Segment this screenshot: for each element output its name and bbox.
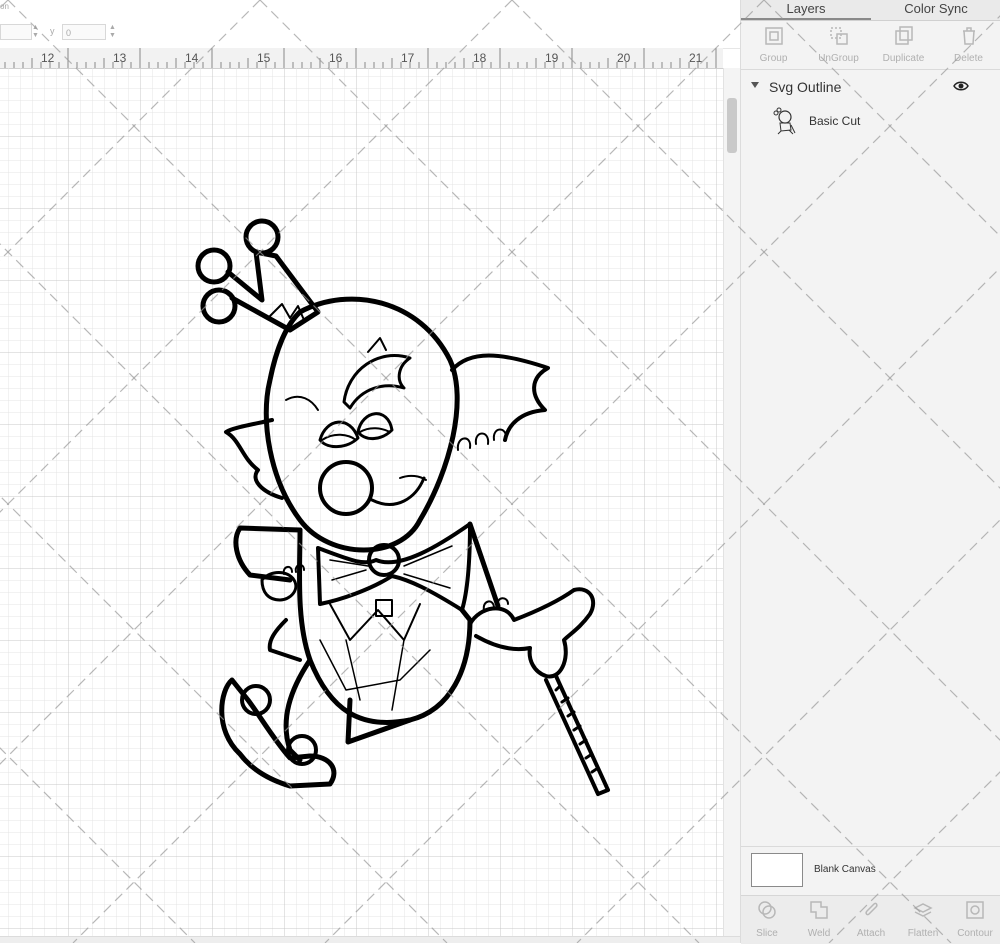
vertical-scrollbar[interactable] (723, 68, 740, 936)
x-stepper-icon[interactable]: ▲▼ (32, 24, 39, 40)
layers-list: Svg Outline Basic Cut (741, 70, 1000, 140)
slice-button[interactable]: Slice (741, 896, 793, 944)
layer-group-name: Svg Outline (769, 79, 841, 95)
duplicate-label: Duplicate (871, 53, 936, 64)
layer-group-row[interactable]: Svg Outline (741, 70, 1000, 104)
group-icon (763, 25, 785, 47)
tab-layers[interactable]: Layers (741, 0, 871, 20)
ruler-number: 13 (113, 51, 126, 65)
group-label: Group (741, 53, 806, 64)
ruler-number: 14 (185, 51, 198, 65)
scrollbar-thumb[interactable] (727, 98, 737, 153)
trash-icon (958, 25, 980, 47)
design-canvas[interactable]: on ▲▼ y 0 ▲▼ 12 13 14 15 16 17 18 19 20 … (0, 0, 740, 943)
ruler-number: 16 (329, 51, 342, 65)
layers-panel: Layers Color Sync Group UnGroup Duplicat… (740, 0, 1000, 943)
contour-label: Contour (949, 928, 1000, 939)
horizontal-scrollbar[interactable] (0, 936, 740, 943)
layer-thumbnail (771, 106, 797, 136)
group-button[interactable]: Group (741, 21, 806, 69)
eye-icon[interactable] (953, 80, 969, 92)
weld-button[interactable]: Weld (793, 896, 845, 944)
ungroup-button[interactable]: UnGroup (806, 21, 871, 69)
layer-name: Basic Cut (809, 114, 860, 128)
delete-button[interactable]: Delete (936, 21, 1000, 69)
layer-row[interactable]: Basic Cut (741, 104, 1000, 140)
attach-button[interactable]: Attach (845, 896, 897, 944)
duplicate-icon (893, 25, 915, 47)
blank-canvas-row[interactable]: Blank Canvas (741, 846, 1000, 895)
weld-icon (808, 899, 830, 921)
horizontal-ruler: 12 13 14 15 16 17 18 19 20 21 (0, 48, 723, 69)
ruler-number: 20 (617, 51, 630, 65)
y-position-field[interactable]: 0 (62, 24, 106, 40)
ungroup-label: UnGroup (806, 53, 871, 64)
duplicate-button[interactable]: Duplicate (871, 21, 936, 69)
contour-button[interactable]: Contour (949, 896, 1000, 944)
y-label: y (50, 26, 55, 36)
flatten-icon (912, 899, 934, 921)
canvas-grid[interactable] (0, 68, 723, 936)
position-bar: on ▲▼ y 0 ▲▼ (0, 0, 740, 49)
y-stepper-icon[interactable]: ▲▼ (109, 24, 116, 40)
ruler-number: 15 (257, 51, 270, 65)
ruler-number: 12 (41, 51, 54, 65)
ruler-number: 21 (689, 51, 702, 65)
panel-tabs: Layers Color Sync (741, 0, 1000, 21)
caret-down-icon[interactable] (751, 82, 759, 88)
x-position-field[interactable] (0, 24, 32, 40)
blank-canvas-label: Blank Canvas (814, 864, 876, 875)
contour-icon (964, 899, 986, 921)
flatten-button[interactable]: Flatten (897, 896, 949, 944)
delete-label: Delete (936, 53, 1000, 64)
ruler-ticks (0, 48, 723, 68)
paperclip-icon (860, 899, 882, 921)
ruler-number: 17 (401, 51, 414, 65)
tab-color-sync[interactable]: Color Sync (871, 0, 1000, 20)
flatten-label: Flatten (897, 928, 949, 939)
path-tools-bar: Slice Weld Attach Flatten Contour (741, 895, 1000, 944)
attach-label: Attach (845, 928, 897, 939)
slice-icon (756, 899, 778, 921)
ruler-number: 19 (545, 51, 558, 65)
layer-toolbar: Group UnGroup Duplicate Delete (741, 21, 1000, 70)
slice-label: Slice (741, 928, 793, 939)
ruler-number: 18 (473, 51, 486, 65)
weld-label: Weld (793, 928, 845, 939)
blank-canvas-swatch[interactable] (751, 853, 803, 887)
position-label: on (0, 2, 9, 11)
ungroup-icon (828, 25, 850, 47)
